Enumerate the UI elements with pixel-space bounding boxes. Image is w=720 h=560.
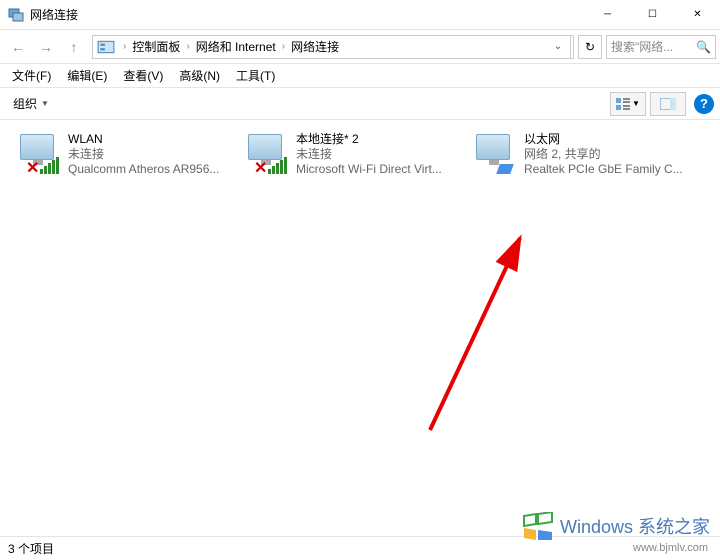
navbar: ← → ↑ › 控制面板 › 网络和 Internet › 网络连接 ⌄ ↻ 搜… [0, 30, 720, 64]
search-placeholder: 搜索"网络... [611, 38, 673, 55]
search-input[interactable]: 搜索"网络... 🔍 [606, 35, 716, 59]
connection-name: 以太网 [524, 132, 684, 147]
connection-adapter: Microsoft Wi-Fi Direct Virt... [296, 162, 456, 177]
close-button[interactable]: ✕ [675, 0, 720, 30]
organize-label: 组织 [13, 95, 37, 112]
breadcrumb-leaf[interactable]: 网络连接 [289, 38, 341, 55]
connection-status: 网络 2, 共享的 [524, 147, 684, 162]
connection-adapter: Realtek PCIe GbE Family C... [524, 162, 684, 177]
toolbar: 组织 ▼ ▼ ? [0, 88, 720, 120]
layout-icon [616, 98, 630, 110]
control-panel-icon [97, 38, 115, 56]
chevron-down-icon: ▼ [41, 99, 49, 108]
item-count: 3 个项目 [8, 540, 54, 557]
connection-status: 未连接 [296, 147, 456, 162]
disconnected-x-icon: ✕ [254, 162, 268, 176]
statusbar: 3 个项目 [0, 536, 720, 560]
breadcrumb[interactable]: › 控制面板 › 网络和 Internet › 网络连接 ⌄ [92, 35, 574, 59]
preview-pane-button[interactable] [650, 92, 686, 116]
connection-item-wlan[interactable]: ✕ WLAN 未连接 Qualcomm Atheros AR956... [12, 128, 232, 512]
menu-tools[interactable]: 工具(T) [228, 64, 283, 87]
chevron-right-icon: › [282, 41, 285, 52]
ethernet-adapter-icon [472, 132, 520, 174]
wifi-adapter-icon: ✕ [16, 132, 64, 174]
menubar: 文件(F) 编辑(E) 查看(V) 高级(N) 工具(T) [0, 64, 720, 88]
address-dropdown-button[interactable]: ⌄ [548, 41, 568, 52]
titlebar: 网络连接 ─ ☐ ✕ [0, 0, 720, 30]
menu-advanced[interactable]: 高级(N) [171, 64, 228, 87]
up-button[interactable]: ↑ [60, 34, 88, 60]
connection-status: 未连接 [68, 147, 228, 162]
preview-pane-icon [660, 98, 676, 110]
refresh-button[interactable]: ↻ [578, 35, 602, 59]
disconnected-x-icon: ✕ [26, 162, 40, 176]
wifi-adapter-icon: ✕ [244, 132, 292, 174]
back-button[interactable]: ← [4, 34, 32, 60]
menu-file[interactable]: 文件(F) [4, 64, 59, 87]
chevron-right-icon: › [123, 41, 126, 52]
organize-button[interactable]: 组织 ▼ [6, 91, 56, 117]
connection-name: WLAN [68, 132, 228, 147]
network-connections-icon [8, 7, 24, 23]
content-area: ✕ WLAN 未连接 Qualcomm Atheros AR956... ✕ 本… [0, 120, 720, 520]
minimize-button[interactable]: ─ [585, 0, 630, 30]
connection-item-ethernet[interactable]: 以太网 网络 2, 共享的 Realtek PCIe GbE Family C.… [468, 128, 688, 512]
breadcrumb-mid[interactable]: 网络和 Internet [194, 38, 278, 55]
menu-view[interactable]: 查看(V) [115, 64, 171, 87]
chevron-down-icon: ▼ [632, 99, 640, 108]
window-title: 网络连接 [30, 6, 585, 23]
connection-item-local[interactable]: ✕ 本地连接* 2 未连接 Microsoft Wi-Fi Direct Vir… [240, 128, 460, 512]
menu-edit[interactable]: 编辑(E) [59, 64, 115, 87]
chevron-right-icon: › [186, 41, 189, 52]
view-layout-button[interactable]: ▼ [610, 92, 646, 116]
connection-adapter: Qualcomm Atheros AR956... [68, 162, 228, 177]
search-icon: 🔍 [696, 40, 711, 54]
connection-name: 本地连接* 2 [296, 132, 456, 147]
maximize-button[interactable]: ☐ [630, 0, 675, 30]
help-button[interactable]: ? [694, 94, 714, 114]
forward-button[interactable]: → [32, 34, 60, 60]
breadcrumb-root[interactable]: 控制面板 [130, 38, 182, 55]
